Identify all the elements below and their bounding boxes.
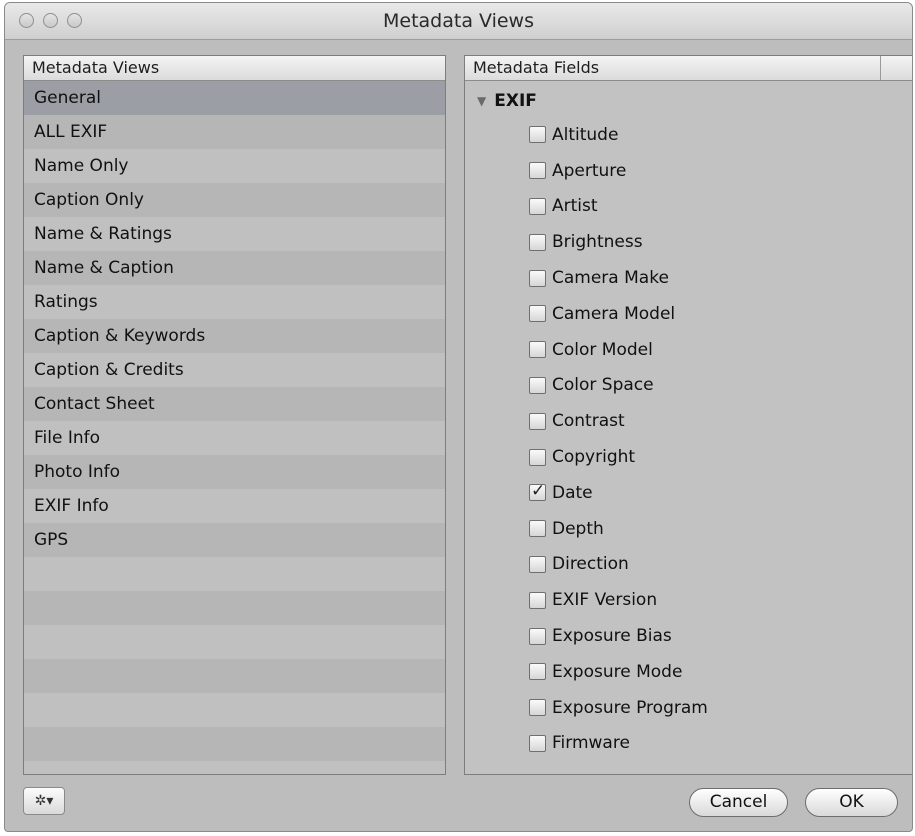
- field-label: Exposure Program: [552, 697, 708, 718]
- field-row[interactable]: Exposure Mode: [465, 654, 912, 690]
- field-checkbox[interactable]: [529, 663, 546, 681]
- metadata-views-window: Metadata Views Metadata Views General ALL…: [4, 2, 913, 832]
- field-checkbox[interactable]: [529, 376, 546, 394]
- field-label: Artist: [552, 196, 598, 217]
- list-item[interactable]: Caption & Keywords: [24, 319, 445, 353]
- field-row[interactable]: Exposure Program: [465, 690, 912, 726]
- gear-icon: ✲▾: [34, 793, 54, 809]
- title-bar: Metadata Views: [5, 3, 912, 40]
- field-checkbox[interactable]: [529, 162, 546, 180]
- metadata-views-column-header[interactable]: Metadata Views: [24, 56, 445, 81]
- disclosure-triangle-icon[interactable]: ▼: [477, 85, 486, 117]
- list-item[interactable]: Name & Ratings: [24, 217, 445, 251]
- column-divider: [880, 56, 881, 80]
- field-label: Depth: [552, 518, 604, 539]
- field-checkbox[interactable]: [529, 448, 546, 466]
- field-checkbox[interactable]: ✓: [529, 481, 546, 502]
- exif-group-label: EXIF: [494, 91, 537, 111]
- metadata-views-list: General ALL EXIF Name Only Caption Only Name…: [24, 81, 445, 774]
- list-item[interactable]: Name Only: [24, 149, 445, 183]
- field-row[interactable]: Artist: [465, 189, 912, 225]
- field-checkbox[interactable]: [529, 591, 546, 609]
- field-checkbox[interactable]: [529, 269, 546, 287]
- field-row[interactable]: Altitude: [465, 117, 912, 153]
- field-label: Color Space: [552, 375, 654, 396]
- field-row[interactable]: ✓ Date: [465, 475, 912, 511]
- field-label: Copyright: [552, 447, 636, 468]
- field-label: Contrast: [552, 411, 625, 432]
- list-item[interactable]: General: [24, 81, 445, 115]
- metadata-fields-list: ▼ EXIF Altitude Aperture Artist Brightness Ca…: [465, 81, 912, 762]
- field-row[interactable]: Firmware: [465, 726, 912, 762]
- field-label: Firmware: [552, 733, 630, 754]
- empty-list-row: [24, 659, 445, 693]
- field-row[interactable]: Camera Model: [465, 296, 912, 332]
- field-row[interactable]: EXIF Version: [465, 582, 912, 618]
- field-checkbox[interactable]: [529, 734, 546, 752]
- field-label: Brightness: [552, 232, 643, 253]
- field-label: Camera Model: [552, 303, 676, 324]
- exif-group-row[interactable]: ▼ EXIF: [465, 85, 912, 117]
- field-checkbox[interactable]: [529, 520, 546, 538]
- field-label: Aperture: [552, 160, 627, 181]
- list-item[interactable]: ALL EXIF: [24, 115, 445, 149]
- field-label: EXIF Version: [552, 590, 658, 611]
- gear-menu-button[interactable]: ✲▾: [23, 787, 65, 815]
- checkmark-icon: ✓: [531, 481, 546, 502]
- empty-list-row: [24, 761, 445, 774]
- field-row[interactable]: Exposure Bias: [465, 618, 912, 654]
- field-label: Exposure Bias: [552, 626, 672, 647]
- empty-list-row: [24, 625, 445, 659]
- window-title: Metadata Views: [383, 10, 534, 32]
- field-label: Direction: [552, 554, 629, 575]
- empty-list-row: [24, 591, 445, 625]
- field-row[interactable]: Color Space: [465, 368, 912, 404]
- field-checkbox[interactable]: [529, 627, 546, 645]
- field-checkbox[interactable]: [529, 126, 546, 144]
- metadata-views-panel: Metadata Views General ALL EXIF Name Only C…: [23, 55, 446, 775]
- field-checkbox[interactable]: [529, 699, 546, 717]
- field-row[interactable]: Copyright: [465, 439, 912, 475]
- empty-list-row: [24, 557, 445, 591]
- field-row[interactable]: Camera Make: [465, 260, 912, 296]
- field-checkbox[interactable]: [529, 555, 546, 573]
- field-row[interactable]: Direction: [465, 547, 912, 583]
- field-checkbox[interactable]: [529, 233, 546, 251]
- field-row[interactable]: Depth: [465, 511, 912, 547]
- list-item[interactable]: Contact Sheet: [24, 387, 445, 421]
- field-label: Camera Make: [552, 268, 669, 289]
- field-row[interactable]: Brightness: [465, 224, 912, 260]
- field-checkbox[interactable]: [529, 412, 546, 430]
- field-label: Altitude: [552, 124, 619, 145]
- field-label: Date: [552, 482, 593, 503]
- field-label: Exposure Mode: [552, 661, 683, 682]
- list-item[interactable]: EXIF Info: [24, 489, 445, 523]
- field-label: Color Model: [552, 339, 653, 360]
- empty-list-row: [24, 693, 445, 727]
- field-checkbox[interactable]: [529, 197, 546, 215]
- cancel-button[interactable]: Cancel: [689, 788, 788, 817]
- list-item[interactable]: Photo Info: [24, 455, 445, 489]
- metadata-fields-panel: Metadata Fields ▼ EXIF Altitude Aperture Ar…: [464, 55, 912, 775]
- list-item[interactable]: Caption Only: [24, 183, 445, 217]
- ok-button[interactable]: OK: [805, 788, 898, 817]
- list-item[interactable]: Caption & Credits: [24, 353, 445, 387]
- field-checkbox[interactable]: [529, 341, 546, 359]
- field-row[interactable]: Aperture: [465, 153, 912, 189]
- metadata-fields-column-header[interactable]: Metadata Fields: [465, 56, 912, 81]
- metadata-fields-header-label: Metadata Fields: [473, 58, 600, 77]
- field-row[interactable]: Color Model: [465, 332, 912, 368]
- field-checkbox[interactable]: [529, 305, 546, 323]
- empty-list-row: [24, 727, 445, 761]
- field-row[interactable]: Contrast: [465, 403, 912, 439]
- list-item[interactable]: GPS: [24, 523, 445, 557]
- list-item[interactable]: Ratings: [24, 285, 445, 319]
- list-item[interactable]: File Info: [24, 421, 445, 455]
- list-item[interactable]: Name & Caption: [24, 251, 445, 285]
